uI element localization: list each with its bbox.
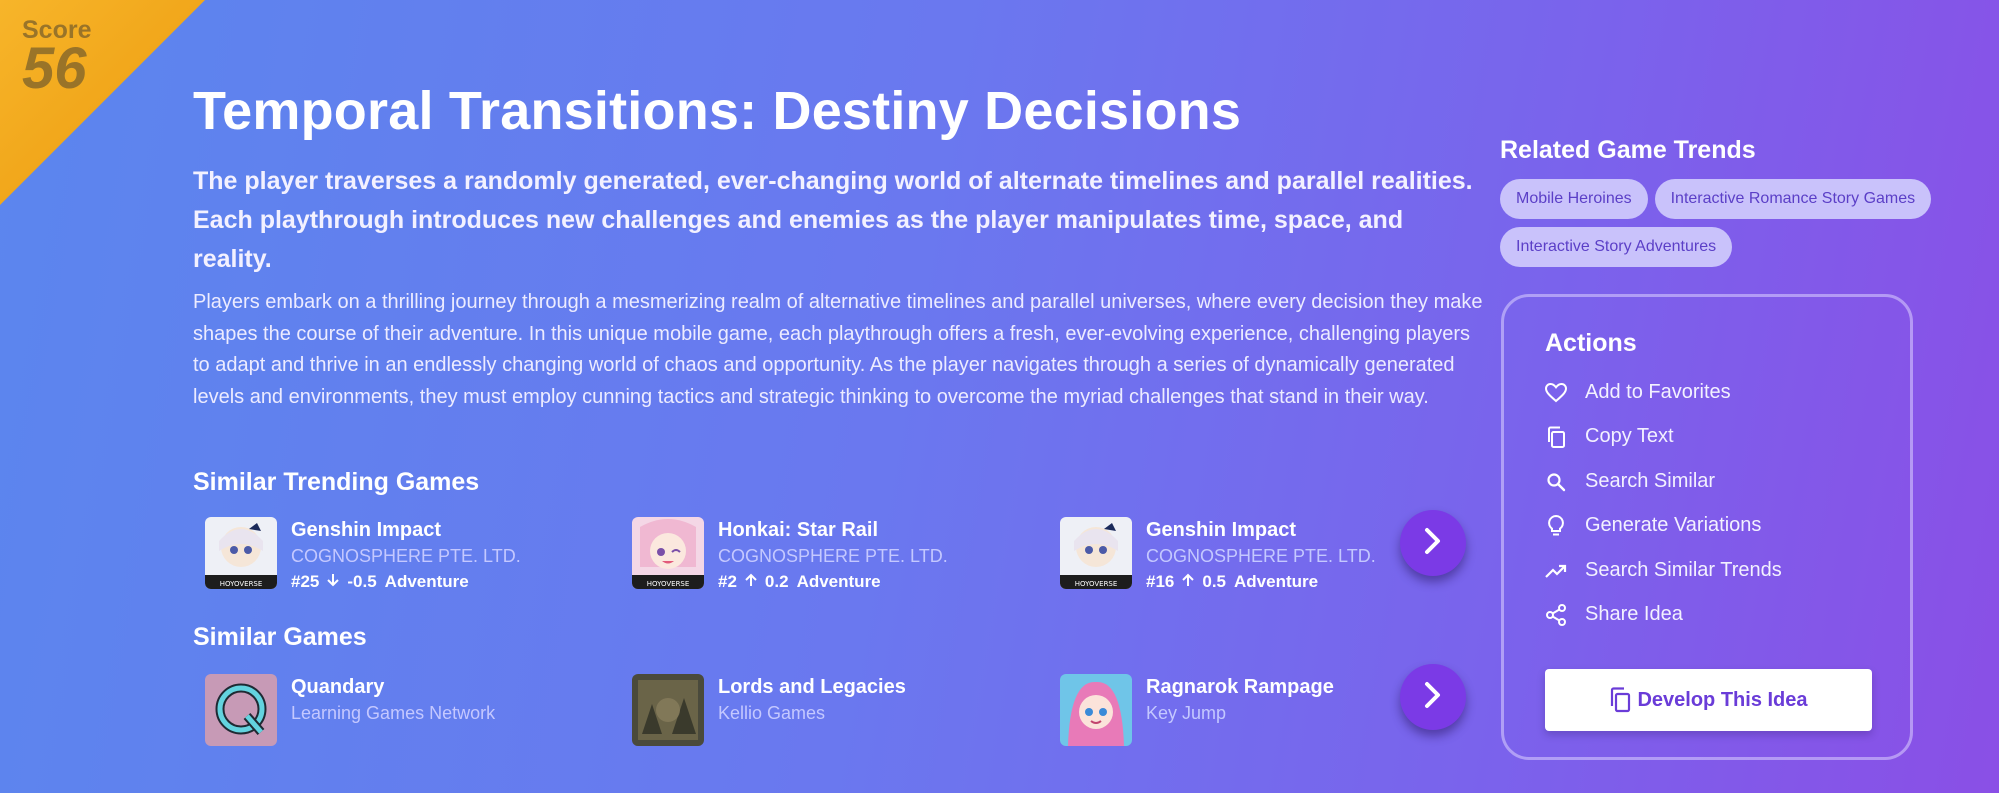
action-label: Search Similar (1585, 470, 1716, 492)
idea-content: Temporal Transitions: Destiny Decisions … (193, 78, 1483, 413)
chevron-right-icon (1422, 526, 1444, 561)
game-developer: COGNOSPHERE PTE. LTD. (291, 546, 521, 566)
game-rank: #16 (1146, 572, 1175, 591)
action-label: Add to Favorites (1585, 381, 1731, 403)
trending-next-button[interactable] (1400, 510, 1466, 576)
chevron-right-icon (1422, 680, 1444, 715)
game-genre: Adventure (384, 572, 469, 591)
game-genre: Adventure (1234, 572, 1319, 591)
generate-variations-action[interactable]: Generate Variations (1545, 514, 1761, 537)
trend-chip[interactable]: Mobile Heroines (1500, 179, 1648, 219)
search-similar-trends-action[interactable]: Search Similar Trends (1545, 559, 1782, 582)
trending-game-card[interactable]: HOYOVERSE Genshin Impact COGNOSPHERE PTE… (205, 517, 521, 595)
add-to-favorites-action[interactable]: Add to Favorites (1545, 381, 1731, 404)
game-thumbnail: HOYOVERSE (1060, 517, 1132, 589)
game-developer: Key Jump (1146, 703, 1227, 723)
trending-game-card[interactable]: HOYOVERSE Honkai: Star Rail COGNOSPHERE … (632, 517, 948, 595)
share-idea-action[interactable]: Share Idea (1545, 603, 1683, 626)
related-trends-title: Related Game Trends (1500, 136, 1756, 164)
game-thumbnail (1060, 674, 1132, 746)
similar-game-card[interactable]: Quandary Learning Games Network (205, 674, 495, 746)
share-icon (1545, 603, 1567, 626)
search-icon (1545, 471, 1567, 493)
arrow-down-icon (327, 572, 340, 591)
idea-summary: The player traverses a randomly generate… (193, 167, 1473, 273)
trend-chips: Mobile Heroines Interactive Romance Stor… (1500, 179, 1960, 267)
game-name: Ragnarok Rampage (1146, 676, 1334, 698)
action-label: Copy Text (1585, 425, 1674, 447)
game-thumbnail (632, 674, 704, 746)
game-name: Honkai: Star Rail (718, 519, 879, 541)
game-change: -0.5 (347, 572, 377, 591)
trend-chip[interactable]: Interactive Story Adventures (1500, 227, 1733, 267)
trending-icon (1545, 560, 1567, 582)
trend-chip[interactable]: Interactive Romance Story Games (1654, 179, 1932, 219)
similar-game-card[interactable]: Lords and Legacies Kellio Games (632, 674, 906, 746)
game-meta: #25 -0.5 Adventure (291, 569, 521, 595)
develop-idea-button[interactable]: Develop This Idea (1545, 669, 1872, 731)
action-label: Generate Variations (1585, 514, 1762, 536)
trending-game-card[interactable]: HOYOVERSE Genshin Impact COGNOSPHERE PTE… (1060, 517, 1376, 595)
lightbulb-icon (1545, 514, 1567, 537)
copy-icon (1545, 426, 1567, 448)
game-name: Genshin Impact (1146, 519, 1297, 541)
develop-idea-label: Develop This Idea (1637, 688, 1808, 711)
game-meta: #16 0.5 Adventure (1146, 569, 1376, 595)
similar-trending-title: Similar Trending Games (193, 468, 480, 496)
score-value: 56 (22, 36, 87, 101)
svg-text:HOYOVERSE: HOYOVERSE (647, 580, 690, 588)
game-meta: #2 0.2 Adventure (718, 569, 948, 595)
similar-games-row: Quandary Learning Games Network Lords an… (205, 674, 1475, 754)
idea-title: Temporal Transitions: Destiny Decisions (193, 81, 1242, 141)
game-rank: #2 (718, 572, 737, 591)
similar-game-card[interactable]: Ragnarok Rampage Key Jump (1060, 674, 1334, 746)
game-name: Genshin Impact (291, 519, 442, 541)
heart-icon (1545, 382, 1567, 404)
actions-panel: Actions Add to Favorites Copy Text Searc… (1501, 294, 1913, 760)
game-name: Lords and Legacies (718, 676, 906, 698)
search-similar-action[interactable]: Search Similar (1545, 470, 1715, 493)
svg-text:HOYOVERSE: HOYOVERSE (220, 580, 263, 588)
game-name: Quandary (291, 676, 385, 698)
idea-description: Players embark on a thrilling journey th… (193, 291, 1483, 408)
game-change: 0.5 (1202, 572, 1227, 591)
similar-games-next-button[interactable] (1400, 664, 1466, 730)
copy-icon (1609, 687, 1631, 713)
arrow-up-icon (745, 572, 757, 591)
copy-text-action[interactable]: Copy Text (1545, 425, 1674, 448)
game-developer: COGNOSPHERE PTE. LTD. (1146, 546, 1376, 566)
svg-text:HOYOVERSE: HOYOVERSE (1075, 580, 1118, 588)
game-change: 0.2 (764, 572, 789, 591)
game-thumbnail (205, 674, 277, 746)
similar-games-title: Similar Games (193, 623, 367, 651)
arrow-up-icon (1182, 572, 1195, 591)
actions-title: Actions (1545, 329, 1637, 357)
similar-trending-row: HOYOVERSE Genshin Impact COGNOSPHERE PTE… (205, 517, 1475, 597)
game-thumbnail: HOYOVERSE (632, 517, 704, 589)
action-label: Search Similar Trends (1585, 559, 1782, 581)
action-label: Share Idea (1585, 603, 1683, 625)
game-developer: Learning Games Network (291, 703, 496, 723)
game-developer: COGNOSPHERE PTE. LTD. (718, 546, 948, 566)
game-developer: Kellio Games (718, 703, 826, 723)
game-genre: Adventure (796, 572, 881, 591)
game-rank: #25 (291, 572, 320, 591)
game-thumbnail: HOYOVERSE (205, 517, 277, 589)
related-trends: Related Game Trends Mobile Heroines Inte… (1500, 136, 1960, 267)
